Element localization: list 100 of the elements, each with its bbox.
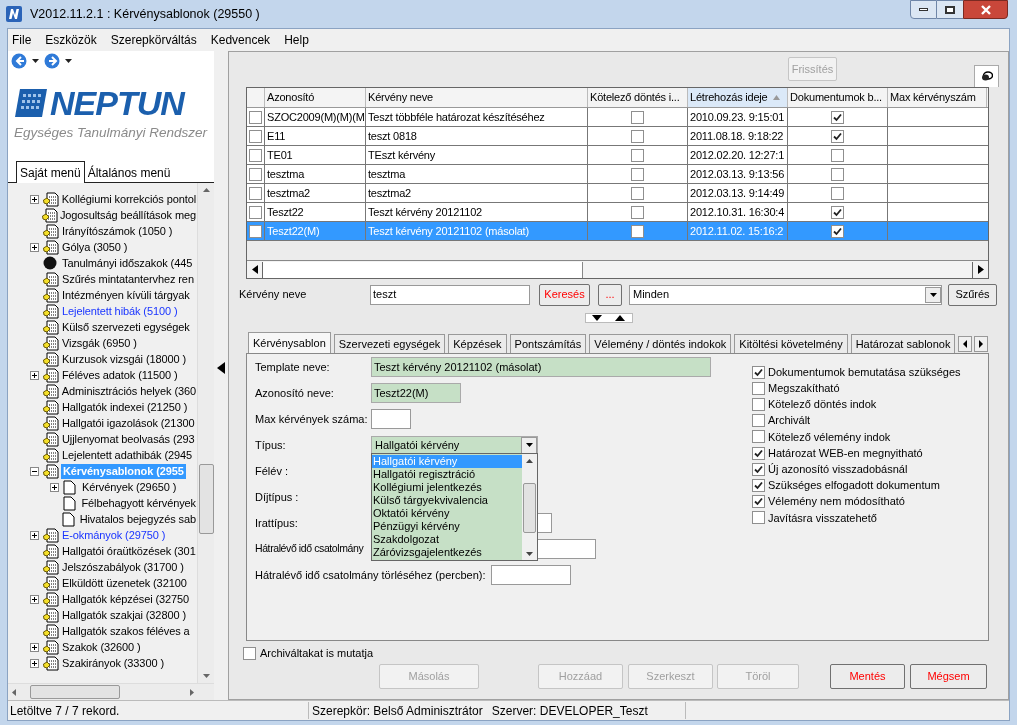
tree-item[interactable]: Elküldött üzenetek (32100 — [61, 575, 188, 591]
checkbox[interactable] — [752, 430, 765, 444]
column-header[interactable]: Dokumentumok b... — [788, 88, 888, 107]
checkbox[interactable] — [631, 167, 644, 181]
scroll-down-icon[interactable] — [202, 674, 210, 678]
maximize-button[interactable] — [937, 0, 963, 19]
checkbox[interactable] — [249, 224, 262, 238]
scrollbar-thumb[interactable] — [523, 483, 536, 533]
minimize-button[interactable] — [910, 0, 937, 19]
menu-item[interactable]: Szerepkörváltás — [109, 31, 198, 49]
expand-icon[interactable] — [50, 482, 59, 492]
checkbox[interactable] — [831, 224, 844, 238]
scroll-up-icon[interactable] — [202, 188, 210, 192]
caret-icon[interactable] — [65, 59, 72, 63]
tree-item[interactable]: Irányítószámok (1050 ) — [61, 223, 174, 239]
dropdown-option[interactable]: Kollégiumi jelentkezés — [372, 481, 522, 494]
forward-icon[interactable] — [44, 53, 60, 69]
expand-icon[interactable] — [30, 658, 39, 668]
tree-item[interactable]: Kérvények (29650 ) — [81, 479, 178, 495]
tree-item[interactable]: Szakirányok (33300 ) — [61, 655, 165, 671]
tab[interactable]: Határozat sablonok — [850, 334, 956, 353]
checkbox[interactable] — [631, 129, 644, 143]
tree-item[interactable]: Hallgatók szakos féléves a — [61, 623, 191, 639]
dropdown-option[interactable]: Hallgatói regisztráció — [372, 468, 522, 481]
expand-icon[interactable] — [30, 642, 39, 652]
column-header[interactable]: Max kérvényszám — [888, 88, 987, 107]
menu-item[interactable]: File — [11, 31, 33, 49]
tree-item[interactable]: Kollégiumi korrekciós pontol — [60, 191, 197, 207]
input-field[interactable]: Teszt22(M) — [371, 383, 461, 403]
expand-icon[interactable] — [30, 242, 39, 252]
tree-item[interactable]: Hallgatók indexei (21250 ) — [61, 399, 189, 415]
input-field[interactable] — [490, 565, 571, 585]
scrollbar-thumb[interactable] — [263, 261, 583, 278]
scroll-left-icon[interactable] — [251, 265, 258, 274]
left-arrow-icon[interactable] — [963, 340, 968, 348]
table-row[interactable]: E11 teszt 0818 2011.08.18. 9:18:22 — [247, 127, 988, 146]
scroll-right-icon[interactable] — [977, 265, 984, 274]
dropdown-option[interactable]: Pénzügyi kérvény — [372, 520, 522, 533]
column-header[interactable]: Azonosító — [265, 88, 366, 107]
checkbox[interactable] — [752, 397, 765, 411]
menu-item[interactable]: Kedvencek — [209, 31, 272, 49]
checkbox[interactable] — [249, 129, 262, 143]
close-icon[interactable] — [979, 4, 992, 15]
scroll-right-button[interactable] — [974, 336, 989, 352]
input-field[interactable]: Teszt kérvény 20121102 (másolat) — [371, 357, 711, 377]
caret-icon[interactable] — [32, 59, 39, 63]
tab[interactable]: Kérvénysablon — [248, 332, 331, 353]
collapse-up-icon[interactable] — [615, 314, 625, 321]
tree-item[interactable]: Hivatalos bejegyzés sab — [78, 511, 197, 527]
dropdown-option[interactable]: Szakdolgozat — [372, 533, 522, 546]
column-header[interactable]: Kérvény neve — [366, 88, 588, 107]
tree-item[interactable]: Jogosultság beállítások meg — [58, 207, 197, 223]
checkbox[interactable] — [752, 365, 765, 379]
tree-item[interactable]: Gólya (3050 ) — [61, 239, 129, 255]
dropdown-button[interactable] — [925, 286, 941, 303]
column-header[interactable]: Létrehozás ideje — [688, 88, 788, 107]
table-row[interactable]: tesztma2 tesztma2 2012.03.13. 9:14:49 — [247, 184, 988, 203]
tree-item[interactable]: Intézményen kívüli tárgyak — [61, 287, 191, 303]
checkbox[interactable] — [631, 205, 644, 219]
checkbox[interactable] — [831, 167, 844, 181]
tree-item[interactable]: Jelszószabályok (31700 ) — [61, 559, 185, 575]
tree-item[interactable]: Féléves adatok (11500 ) — [61, 367, 179, 383]
sidebar-tab[interactable]: Saját menü — [16, 161, 85, 183]
tree-item[interactable]: Adminisztrációs helyek (360 — [60, 383, 197, 399]
checkbox[interactable] — [249, 148, 262, 162]
checkbox[interactable] — [831, 205, 844, 219]
tree-item[interactable]: Tanulmányi időszakok (445 — [61, 255, 194, 271]
caret-icon[interactable] — [929, 292, 937, 297]
menu-item[interactable]: Help — [283, 31, 310, 49]
table-row[interactable]: Teszt22 Teszt kérvény 20121102 2012.10.31. 16:30:4 — [247, 203, 988, 222]
checkbox[interactable] — [752, 495, 765, 509]
expand-icon[interactable] — [30, 530, 39, 540]
checkbox[interactable] — [752, 446, 765, 460]
checkbox[interactable] — [752, 414, 765, 428]
tree-item[interactable]: Hallgatói óraütközések (301 — [61, 543, 197, 559]
expand-icon[interactable] — [30, 594, 39, 604]
checkbox[interactable] — [752, 478, 765, 492]
tab[interactable]: Vélemény / döntés indokok — [589, 334, 732, 353]
back-icon[interactable] — [11, 53, 27, 69]
scroll-left-button[interactable] — [958, 336, 973, 352]
column-header[interactable]: Kötelező döntés i... — [588, 88, 688, 107]
paint-icon[interactable] — [980, 71, 993, 82]
tree-item[interactable]: Szűrés mintatantervhez ren — [61, 271, 195, 287]
scrollbar-thumb[interactable] — [30, 685, 120, 699]
tree-item[interactable]: Hallgatói igazolások (21300 — [61, 415, 196, 431]
checkbox[interactable] — [243, 646, 256, 660]
right-arrow-icon[interactable] — [979, 340, 984, 348]
table-row[interactable]: tesztma tesztma 2012.03.13. 9:13:56 — [247, 165, 988, 184]
collapse-icon[interactable] — [30, 466, 39, 476]
checkbox[interactable] — [631, 186, 644, 200]
sidebar-tab[interactable]: Általános menü — [84, 163, 174, 182]
tree-item[interactable]: Külső szervezeti egységek — [61, 319, 191, 335]
tree-item[interactable]: Lejelentett hibák (5100 ) — [61, 303, 179, 319]
tree-item[interactable]: Hallgatók képzései (32750 — [61, 591, 191, 607]
checkbox[interactable] — [249, 110, 262, 124]
checkbox[interactable] — [249, 186, 262, 200]
collapse-panel-icon[interactable] — [217, 362, 225, 374]
tab[interactable]: Képzések — [448, 334, 507, 353]
checkbox[interactable] — [831, 129, 844, 143]
dropdown-option[interactable]: Záróvizsgajelentkezés — [372, 546, 522, 559]
